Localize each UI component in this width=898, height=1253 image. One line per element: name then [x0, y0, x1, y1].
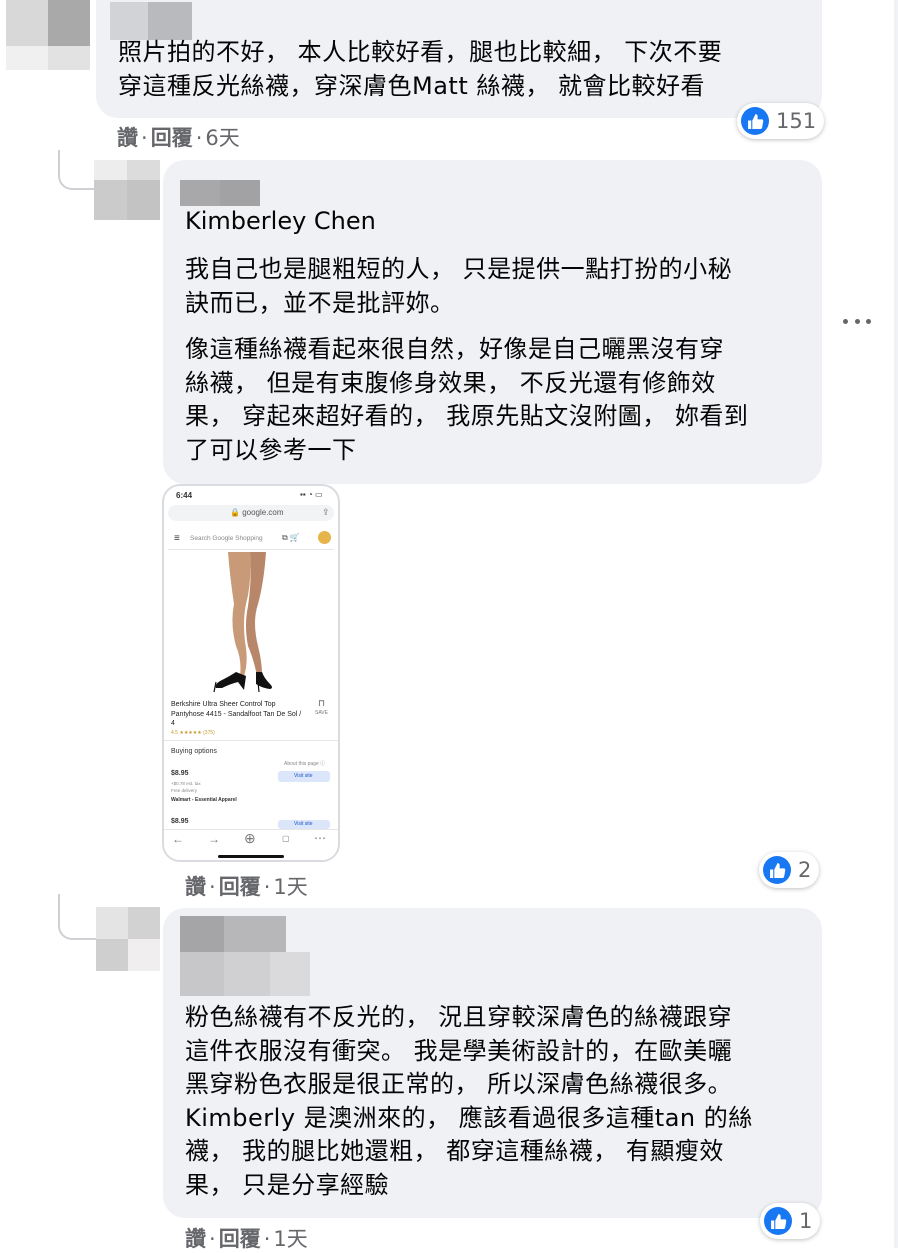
url-text: 🔒 google.com — [230, 508, 284, 517]
like-button[interactable]: 讚 — [117, 126, 138, 150]
thumbs-up-icon — [741, 107, 769, 135]
price: $8.95 — [171, 770, 189, 777]
pantyhose-product-image — [213, 552, 272, 692]
divider — [164, 740, 338, 741]
comment-bubble: Kimberley Chen 我自己也是腿粗短的人， 只是提供一點打扮的小秘 訣… — [163, 160, 822, 484]
delivery-note: Free delivery — [171, 788, 198, 793]
visit-site-button: Visit site — [278, 820, 330, 829]
reaction-count[interactable]: 2 — [759, 852, 820, 888]
like-count: 151 — [776, 109, 817, 133]
tabs-icon: ▢ — [282, 834, 290, 843]
comment-line: 襪， 我的腿比她還粗， 都穿這種絲襪， 有顯瘦效 — [185, 1137, 724, 1165]
avatar[interactable] — [6, 0, 90, 70]
like-count: 2 — [798, 858, 812, 882]
avatar[interactable] — [94, 160, 160, 220]
reply-button[interactable]: 回覆 — [219, 1227, 261, 1251]
product-title: Berkshire Ultra Sheer Control Top Pantyh… — [171, 700, 301, 729]
attached-image[interactable]: 6:44 ▪▪ ◔ ▭ 🔒 google.com ⇪ ≡ Search Goog… — [162, 484, 340, 862]
reaction-count[interactable]: 1 — [760, 1203, 821, 1239]
save-label: SAVE — [315, 710, 328, 716]
visit-site-label: Visit site — [294, 773, 313, 779]
author-name-redacted[interactable] — [180, 180, 260, 206]
share-icon: ⇪ — [322, 507, 330, 517]
timestamp[interactable]: 1天 — [273, 1227, 307, 1251]
comment-line: 我自己也是腿粗短的人， 只是提供一點打扮的小秘 — [185, 255, 733, 283]
thumbs-up-icon — [763, 856, 791, 884]
comment-line: 訣而已，並不是批評妳。 — [185, 288, 455, 317]
comment-line: 穿這種反光絲襪，穿深膚色Matt 絲襪， 就會比較好看 — [118, 71, 705, 100]
product-title-line: Berkshire Ultra Sheer Control Top — [171, 701, 276, 708]
comment-line: 像這種絲襪看起來很自然，好像是自己曬黑沒有穿 — [185, 335, 724, 363]
back-icon: ← — [172, 832, 184, 846]
tax-note: +$0.78 est. tax — [171, 781, 201, 786]
comment-bubble: 粉色絲襪有不反光的， 況且穿較深膚色的絲襪跟穿 這件衣服沒有衝突。 我是學美術設… — [163, 908, 822, 1218]
product-title-line: 4 — [171, 720, 175, 727]
separator: · — [209, 875, 216, 899]
comment-line: 絲襪， 但是有束腹修身效果， 不反光還有修飾效 — [185, 368, 716, 397]
search-bar: ≡ Search Google Shopping ⧉ 🛒 — [168, 529, 334, 550]
rating: 4.5 ★★★★★ (375) — [171, 730, 215, 736]
comment-line: 果， 只是分享經驗 — [185, 1170, 390, 1199]
about-link: About this page ⓘ — [284, 761, 326, 767]
comment-text: 我自己也是腿粗短的人， 只是提供一點打扮的小秘 訣而已，並不是批評妳。 像這種絲… — [185, 253, 815, 467]
cart-icon: ⧉ 🛒 — [282, 533, 300, 542]
reaction-count[interactable]: 151 — [737, 103, 825, 139]
comment-line: 黑穿粉色衣服是很正常的， 所以深膚色絲襪很多。 — [185, 1070, 733, 1098]
timestamp[interactable]: 1天 — [273, 875, 307, 899]
comment-bubble: 照片拍的不好， 本人比較好看，腿也比較細， 下次不要 穿這種反光絲襪，穿深膚色M… — [96, 0, 822, 118]
account-icon — [318, 531, 331, 544]
new-tab-icon: ⊕ — [244, 830, 256, 846]
like-button[interactable]: 讚 — [185, 875, 206, 899]
bookmark-icon: ⊓ — [318, 698, 326, 708]
author-name[interactable]: Kimberley Chen — [185, 206, 376, 236]
author-name-redacted[interactable] — [110, 2, 192, 40]
status-icons: ▪▪ ◔ ▭ — [300, 490, 323, 499]
visit-site-label: Visit site — [294, 821, 313, 827]
author-name-redacted[interactable] — [180, 916, 310, 996]
thread-connector — [58, 150, 94, 190]
home-indicator — [218, 855, 284, 858]
avatar[interactable] — [96, 907, 160, 971]
separator: · — [141, 126, 148, 150]
thread-connector — [58, 894, 96, 940]
seller-name: Walmart - Essential Apparel — [171, 797, 237, 803]
comment-line: 這件衣服沒有衝突。 我是學美術設計的，在歐美曬 — [185, 1036, 733, 1065]
comment-text: 照片拍的不好， 本人比較好看，腿也比較細， 下次不要 穿這種反光絲襪，穿深膚色M… — [118, 36, 818, 103]
comment-line: 果， 穿起來超好看的， 我原先貼文沒附圖， 妳看到 — [185, 402, 749, 430]
comment-line: 粉色絲襪有不反光的， 況且穿較深膚色的絲襪跟穿 — [185, 1003, 733, 1031]
price: $8.95 — [171, 818, 189, 825]
url-bar: 🔒 google.com ⇪ — [168, 505, 334, 521]
timestamp[interactable]: 6天 — [205, 126, 239, 150]
more-options-icon[interactable] — [843, 313, 871, 329]
browser-toolbar: ← → ⊕ ▢ ⋯ — [164, 829, 338, 860]
comment-line: 了可以參考一下 — [185, 435, 357, 464]
more-icon: ⋯ — [314, 831, 326, 845]
forward-icon: → — [208, 832, 220, 846]
product-title-line: Pantyhose 4415 - Sandalfoot Tan De Sol / — [171, 710, 302, 718]
comment-text: 粉色絲襪有不反光的， 況且穿較深膚色的絲襪跟穿 這件衣服沒有衝突。 我是學美術設… — [185, 1001, 817, 1202]
separator: · — [263, 1227, 271, 1251]
comment-actions: 讚 · 回覆 · 1天 — [185, 871, 308, 901]
separator: · — [209, 1227, 216, 1251]
visit-site-button: Visit site — [278, 771, 330, 782]
search-placeholder: Search Google Shopping — [190, 535, 263, 542]
buying-options-heading: Buying options — [171, 748, 217, 755]
menu-icon: ≡ — [174, 533, 180, 544]
comment-actions: 讚 · 回覆 · 6天 — [117, 122, 240, 152]
url: google.com — [242, 508, 284, 517]
right-edge-divider — [894, 0, 898, 1248]
reply-button[interactable]: 回覆 — [151, 126, 193, 150]
separator: · — [263, 875, 271, 899]
comment-line: Kimberly 是澳洲來的， 應該看過很多這種tan 的絲 — [185, 1103, 753, 1132]
status-time: 6:44 — [176, 491, 193, 500]
separator: · — [195, 126, 203, 150]
comment-line: 照片拍的不好， 本人比較好看，腿也比較細， 下次不要 — [118, 38, 723, 66]
like-count: 1 — [799, 1209, 813, 1233]
like-button[interactable]: 讚 — [185, 1227, 206, 1251]
comment-actions: 讚 · 回覆 · 1天 — [185, 1223, 308, 1253]
reply-button[interactable]: 回覆 — [219, 875, 261, 899]
thumbs-up-icon — [764, 1207, 792, 1235]
